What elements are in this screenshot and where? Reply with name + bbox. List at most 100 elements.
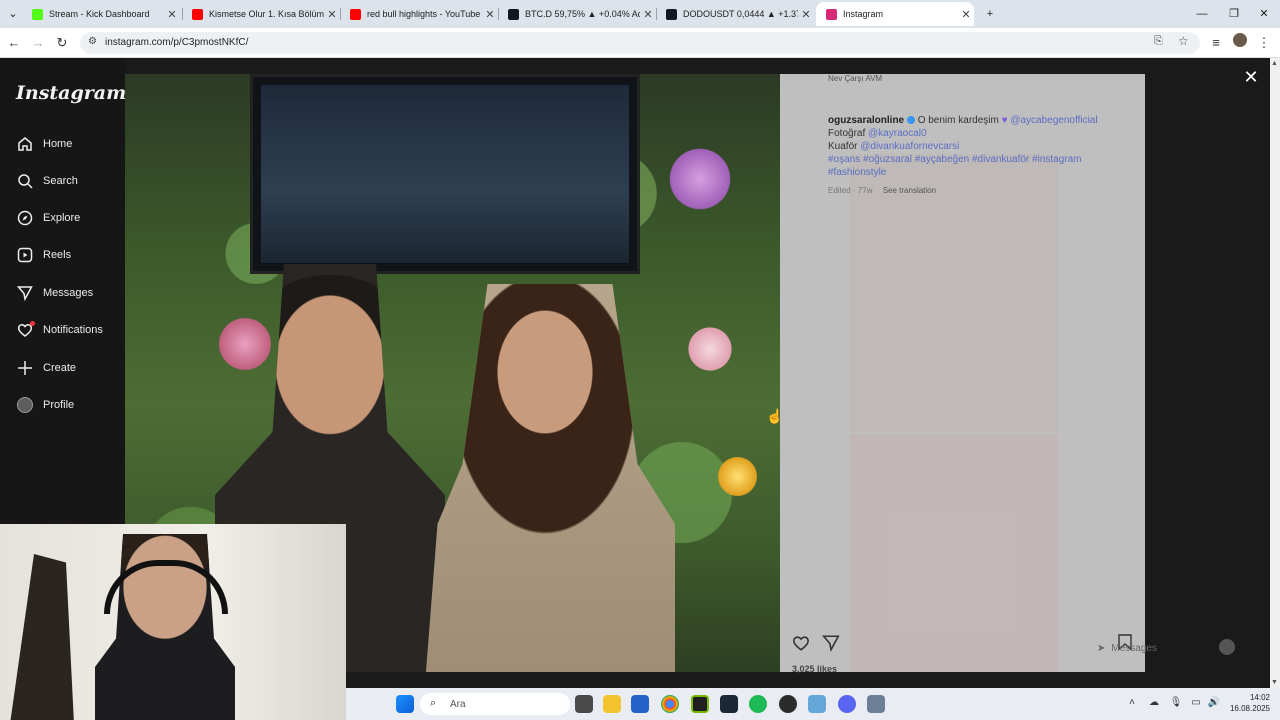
discord-icon[interactable]	[838, 695, 856, 713]
flower	[665, 144, 735, 214]
mention-link[interactable]: @kayraocal0	[868, 128, 927, 139]
reels-icon	[16, 246, 34, 264]
scroll-up-icon[interactable]: ▲	[1271, 60, 1278, 67]
tv-screen	[250, 74, 640, 274]
hair-credit-label: Kuaför	[828, 141, 861, 152]
site-info-icon[interactable]: ⚙	[88, 36, 97, 47]
chevron-up-icon[interactable]: ˄	[1125, 697, 1139, 711]
address-bar[interactable]: ⚙ instagram.com/p/C3pmostNKfC/ ⎘ ☆	[80, 32, 1200, 54]
instagram-logo[interactable]: Instagram	[16, 82, 126, 104]
close-modal-icon[interactable]: ✕	[1240, 66, 1262, 88]
file-explorer-icon[interactable]	[603, 695, 621, 713]
task-view-icon[interactable]	[575, 695, 593, 713]
share-icon[interactable]	[821, 634, 840, 657]
spotify-icon[interactable]	[749, 695, 767, 713]
tab-youtube-redbull[interactable]: red bull highlights - YouTube ✕	[340, 2, 498, 26]
taskbar-search[interactable]: ⌕ Ara	[420, 693, 570, 715]
tab-youtube-kismetse[interactable]: Kismetse Olur 1. Kısa Bölüm - Y ✕	[182, 2, 340, 26]
like-heart-icon[interactable]	[792, 634, 810, 657]
sidebar-item-messages[interactable]: Messages	[16, 282, 93, 304]
minimize-button[interactable]: —	[1186, 0, 1218, 28]
tradingview-icon	[666, 8, 677, 20]
sidebar-item-create[interactable]: Create	[16, 357, 76, 379]
mention-link[interactable]: @divankuafornevcarsi	[860, 141, 959, 152]
menu-icon[interactable]: ⋮	[1254, 33, 1274, 53]
clock[interactable]: 14:02 16.08.2025	[1230, 692, 1270, 714]
tab-title: Kismetse Olur 1. Kısa Bölüm - Y	[209, 9, 324, 19]
settings-gear-icon[interactable]	[867, 695, 885, 713]
avatar	[1219, 639, 1235, 655]
youtube-icon	[192, 8, 203, 20]
hand-cursor-icon: ☝	[766, 408, 784, 424]
sidebar-item-search[interactable]: Search	[16, 170, 78, 192]
home-icon	[16, 135, 34, 153]
close-icon[interactable]: ✕	[640, 8, 656, 21]
post-username[interactable]: oguzsaralonline	[828, 115, 904, 126]
sidebar-item-label: Search	[43, 175, 78, 187]
tab-title: Stream - Kick Dashboard	[49, 9, 150, 19]
scroll-down-icon[interactable]: ▼	[1271, 679, 1278, 686]
verified-badge-icon	[906, 116, 915, 125]
tab-tradingview-btc[interactable]: BTC.D 59,75% ▲ +0.04% Adsız ✕	[498, 2, 656, 26]
photo-credit-label: Fotoğraf	[828, 128, 869, 139]
sidebar-item-label: Profile	[43, 399, 75, 411]
profile-avatar[interactable]	[1230, 33, 1250, 53]
onedrive-icon[interactable]: ☁	[1147, 697, 1161, 711]
windows-taskbar: ⌕ Ara ˄ ☁ 🎙 ▭ 🔊 14:02 16.08.2025	[346, 688, 1280, 720]
messenger-icon: ➤	[1097, 642, 1106, 654]
browser-toolbar: ← → ↻ ⚙ instagram.com/p/C3pmostNKfC/ ⎘ ☆…	[0, 28, 1280, 58]
tab-strip: ⌄ Stream - Kick Dashboard ✕ Kismetse Olu…	[0, 0, 1280, 28]
close-icon[interactable]: ✕	[482, 8, 498, 21]
close-icon[interactable]: ✕	[324, 8, 340, 21]
likes-count[interactable]: 3,025 likes	[792, 664, 837, 674]
forward-icon[interactable]: →	[28, 33, 48, 53]
bookmark-star-icon[interactable]: ☆	[1178, 34, 1189, 48]
search-icon: ⌕	[430, 697, 437, 709]
heart-icon	[16, 321, 35, 339]
hashtags[interactable]: #oşans #oğuzsaral #ayçabeğen #divankuafö…	[828, 154, 1082, 178]
back-icon[interactable]: ←	[4, 33, 24, 53]
flower	[715, 454, 760, 499]
volume-icon[interactable]: 🔊	[1207, 697, 1221, 711]
caption-text: O benim kardeşim	[917, 115, 1002, 126]
sidebar-item-notifications[interactable]: Notifications	[16, 319, 103, 341]
sidebar-item-reels[interactable]: Reels	[16, 244, 71, 266]
page-scrollbar[interactable]: ▲ ▼	[1270, 58, 1280, 688]
messages-pill[interactable]: ➤ Messages	[1085, 636, 1245, 660]
close-icon[interactable]: ✕	[164, 8, 180, 21]
close-icon[interactable]: ✕	[958, 8, 974, 21]
tab-kick[interactable]: Stream - Kick Dashboard ✕	[22, 2, 180, 26]
youtube-icon	[350, 8, 361, 20]
clock-date: 16.08.2025	[1229, 704, 1270, 713]
window-close-button[interactable]: ✕	[1248, 0, 1280, 28]
close-icon[interactable]: ✕	[798, 8, 814, 21]
post-location[interactable]: Nev Çarşı AVM	[828, 74, 882, 83]
windows-start-icon[interactable]	[396, 695, 414, 713]
see-translation-link[interactable]: See translation	[883, 186, 936, 195]
settings-app-icon[interactable]	[808, 695, 826, 713]
store-icon[interactable]	[631, 695, 649, 713]
search-placeholder: Ara	[450, 698, 466, 710]
tab-tradingview-dodo[interactable]: DODOUSDT 0,0444 ▲ +1.37% ✕	[656, 2, 814, 26]
sidebar-item-label: Notifications	[43, 324, 103, 336]
maximize-button[interactable]: ❐	[1218, 0, 1250, 28]
mention-link[interactable]: @aycabegenofficial	[1010, 115, 1097, 126]
tab-title: red bull highlights - YouTube	[367, 9, 481, 19]
post-timestamp: Edited · 77w	[828, 186, 873, 195]
nvidia-icon[interactable]	[691, 695, 709, 713]
sidebar-item-explore[interactable]: Explore	[16, 207, 80, 229]
sidebar-item-home[interactable]: Home	[16, 133, 72, 155]
new-tab-button[interactable]: +	[974, 0, 1006, 28]
reload-icon[interactable]: ↻	[52, 33, 72, 53]
tab-title: BTC.D 59,75% ▲ +0.04% Adsız	[525, 9, 640, 19]
background-person	[10, 554, 74, 720]
sidebar-item-profile[interactable]: Profile	[16, 394, 74, 416]
steam-icon[interactable]	[720, 695, 738, 713]
network-icon[interactable]: ▭	[1189, 697, 1203, 711]
tab-instagram[interactable]: Instagram ✕	[816, 2, 974, 26]
reading-list-icon[interactable]: ≡	[1206, 33, 1226, 53]
chrome-icon[interactable]	[661, 695, 679, 713]
install-app-icon[interactable]: ⎘	[1154, 35, 1163, 48]
app-icon[interactable]	[779, 695, 797, 713]
microphone-icon[interactable]: 🎙	[1169, 697, 1183, 711]
